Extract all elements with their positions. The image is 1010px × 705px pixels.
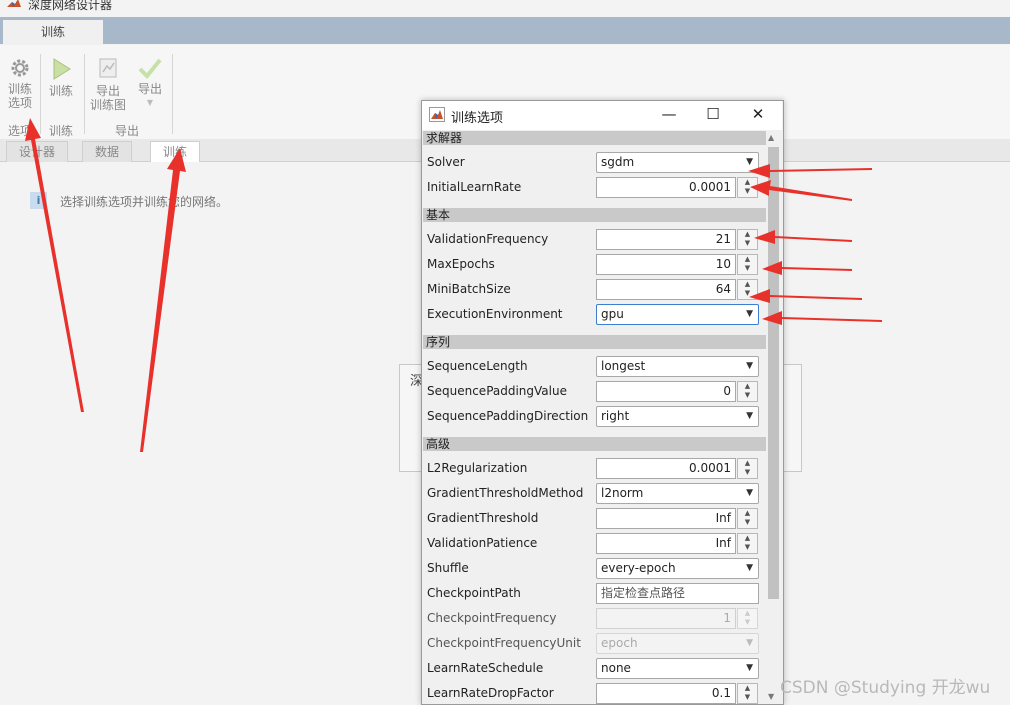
annotation-arrow-solver	[748, 164, 872, 178]
annotation-arrow-training-tab	[140, 148, 186, 452]
annotation-arrows	[25, 118, 882, 452]
annotation-arrow-max-epochs	[762, 261, 852, 275]
annotation-arrow-execution-environment	[762, 311, 882, 325]
annotation-arrow-options	[25, 118, 84, 412]
annotation-arrow-mini-batch-size	[749, 289, 862, 303]
watermark: CSDN @Studying 开龙wu	[780, 678, 991, 698]
annotation-arrow-validation-frequency	[754, 230, 852, 244]
annotation-arrow-initial-learn-rate	[750, 180, 852, 201]
